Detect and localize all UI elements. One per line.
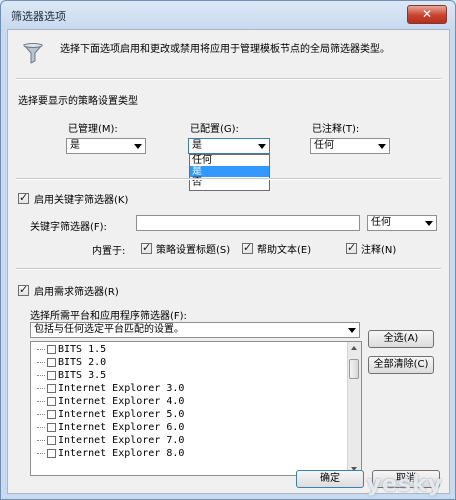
title-checkbox[interactable] — [141, 241, 152, 254]
list-item[interactable]: Internet Explorer 4.0 — [37, 396, 184, 408]
list-item[interactable]: Internet Explorer 5.0 — [37, 409, 184, 421]
commented-select-value: 任何 — [314, 140, 334, 151]
clear-all-button[interactable]: 全部清除(C) — [368, 356, 434, 374]
list-item-label: BITS 3.5 — [58, 370, 107, 381]
dialog-description: 选择下面选项启用和更改或禁用将应用于管理模板节点的全局筛选器类型。 — [60, 44, 390, 55]
list-item-checkbox[interactable] — [47, 435, 56, 445]
list-item[interactable]: BITS 1.5 — [37, 344, 106, 356]
managed-select-value: 是 — [70, 140, 80, 151]
commented-label: 已注释(T): — [312, 124, 360, 135]
help-text-checkbox-label: 帮助文本(E) — [257, 245, 312, 256]
list-item-checkbox[interactable] — [47, 409, 56, 419]
divider — [16, 268, 441, 270]
chevron-down-icon — [348, 328, 356, 333]
list-item-checkbox[interactable] — [47, 370, 56, 380]
keyword-match-select[interactable]: 任何 — [367, 215, 437, 231]
select-all-button[interactable]: 全选(A) — [368, 330, 434, 348]
list-item[interactable]: Internet Explorer 8.0 — [37, 448, 184, 460]
configured-dropdown-list: 任何 是 否 — [189, 154, 270, 191]
title-checkbox-label: 策略设置标题(S) — [156, 245, 231, 256]
managed-select[interactable]: 是 — [66, 138, 146, 154]
comment-checkbox-label: 注释(N) — [361, 245, 397, 256]
platform-list[interactable]: BITS 1.5 BITS 2.0 BITS 3.5 Internet Expl… — [30, 341, 362, 476]
list-item-label: Internet Explorer 5.0 — [58, 409, 185, 420]
enable-keyword-filter-label: 启用关键字筛选器(K) — [34, 195, 129, 206]
list-item-label: BITS 2.0 — [58, 357, 107, 368]
enable-requirements-filter-checkbox[interactable] — [18, 283, 29, 296]
filter-options-window: 筛选器选项 ✕ 选择下面选项启用和更改或禁用将应用于管理模板节点的全局筛选器类型… — [0, 0, 456, 500]
dropdown-option-selected[interactable]: 是 — [190, 166, 269, 177]
policy-types-label: 选择要显示的策略设置类型 — [18, 96, 138, 107]
keyword-field-label: 关键字筛选器(F): — [30, 222, 107, 233]
platform-filter-label: 选择所需平台和应用程序筛选器(F): — [30, 311, 187, 322]
watermark-logo: yesky — [366, 472, 443, 497]
ok-button[interactable]: 确定 — [296, 470, 364, 488]
platform-match-value: 包括与任何选定平台匹配的设置。 — [34, 324, 184, 335]
list-item-label: Internet Explorer 6.0 — [58, 422, 185, 433]
list-item[interactable]: Internet Explorer 7.0 — [37, 435, 184, 447]
divider — [16, 78, 441, 80]
title-bar: 筛选器选项 ✕ — [1, 1, 455, 29]
list-item-checkbox[interactable] — [47, 448, 56, 458]
chevron-down-icon — [425, 221, 433, 226]
configured-label: 已配置(G): — [190, 124, 239, 135]
enable-keyword-filter-checkbox[interactable] — [18, 191, 29, 204]
configured-select-value: 是 — [192, 140, 202, 151]
comment-checkbox[interactable] — [346, 241, 357, 254]
help-text-checkbox[interactable] — [242, 241, 253, 254]
scroll-up-icon[interactable] — [351, 346, 357, 350]
funnel-icon — [22, 43, 44, 64]
list-item-label: Internet Explorer 3.0 — [58, 383, 185, 394]
list-item-label: Internet Explorer 4.0 — [58, 396, 185, 407]
keyword-input[interactable] — [136, 215, 360, 231]
dialog-body: 选择下面选项启用和更改或禁用将应用于管理模板节点的全局筛选器类型。 选择要显示的… — [7, 29, 450, 494]
window-title: 筛选器选项 — [11, 10, 66, 23]
platform-match-select[interactable]: 包括与任何选定平台匹配的设置。 — [30, 322, 360, 338]
configured-select[interactable]: 是 — [188, 138, 270, 154]
list-item-checkbox[interactable] — [47, 396, 56, 406]
chevron-down-icon — [258, 144, 266, 149]
list-item-checkbox[interactable] — [47, 383, 56, 393]
list-item-checkbox[interactable] — [47, 422, 56, 432]
enable-requirements-filter-label: 启用需求筛选器(R) — [34, 287, 119, 298]
list-item[interactable]: Internet Explorer 6.0 — [37, 422, 184, 434]
list-item-checkbox[interactable] — [47, 344, 56, 354]
list-item[interactable]: BITS 3.5 — [37, 370, 106, 382]
scrollbar-thumb[interactable] — [349, 359, 359, 379]
chevron-down-icon — [134, 144, 142, 149]
within-label: 内置于: — [92, 246, 126, 257]
list-item[interactable]: Internet Explorer 3.0 — [37, 383, 184, 395]
list-item-checkbox[interactable] — [47, 357, 56, 367]
keyword-match-value: 任何 — [371, 217, 391, 228]
managed-label: 已管理(M): — [68, 124, 118, 135]
list-item-label: Internet Explorer 8.0 — [58, 448, 185, 459]
list-item[interactable]: BITS 2.0 — [37, 357, 106, 369]
list-item-label: Internet Explorer 7.0 — [58, 435, 185, 446]
close-button[interactable]: ✕ — [407, 5, 447, 24]
list-scrollbar[interactable] — [347, 342, 361, 475]
divider — [16, 178, 441, 180]
list-item-label: BITS 1.5 — [58, 344, 107, 355]
chevron-down-icon — [378, 144, 386, 149]
dropdown-option[interactable]: 任何 — [190, 155, 269, 166]
commented-select[interactable]: 任何 — [310, 138, 390, 154]
